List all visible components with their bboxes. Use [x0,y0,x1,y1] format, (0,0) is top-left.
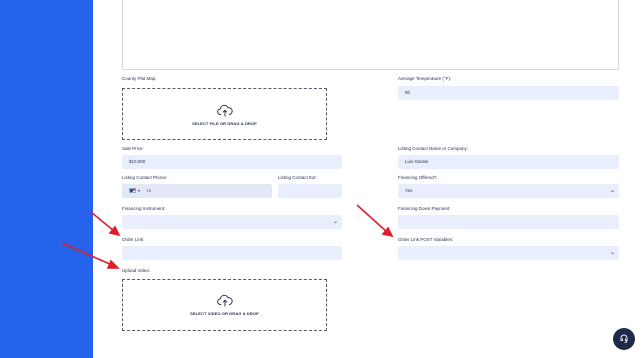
annotation-arrows [61,204,394,269]
chat-support-button[interactable] [613,328,635,350]
red-arrow-head [106,259,120,269]
red-arrow-icon [90,211,115,232]
red-arrow-icon [356,204,388,233]
red-arrow-icon [61,242,113,266]
chat-support-icon [620,334,628,343]
